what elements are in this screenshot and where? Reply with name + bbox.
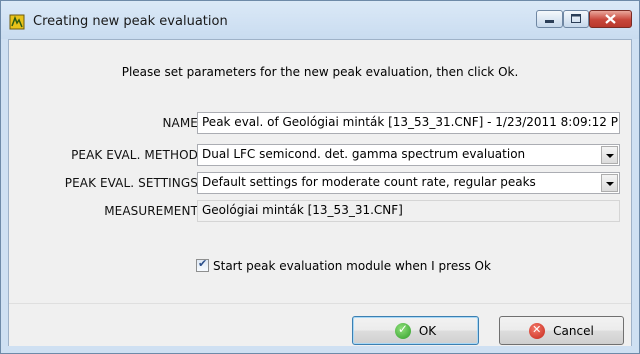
ok-button[interactable]: OK	[352, 316, 479, 345]
cancel-button-label: Cancel	[553, 324, 594, 338]
measurement-label: MEASUREMENT	[104, 204, 198, 218]
measurement-field: Geológiai minták [13_53_31.CNF]	[197, 200, 620, 222]
maximize-button[interactable]	[563, 10, 589, 28]
name-label: NAME	[162, 116, 198, 130]
button-bar: OK Cancel	[9, 303, 631, 346]
app-logo-icon	[9, 14, 25, 30]
maximize-icon	[571, 14, 581, 23]
start-module-checkbox-row[interactable]: Start peak evaluation module when I pres…	[196, 257, 491, 273]
chevron-down-icon[interactable]	[601, 174, 618, 192]
peak-eval-settings-value: Default settings for moderate count rate…	[202, 175, 536, 189]
peak-eval-settings-select[interactable]: Default settings for moderate count rate…	[197, 172, 620, 194]
name-field[interactable]: Peak eval. of Geológiai minták [13_53_31…	[197, 112, 620, 134]
dialog-content: Please set parameters for the new peak e…	[8, 39, 632, 346]
close-icon	[605, 14, 616, 24]
peak-eval-method-select[interactable]: Dual LFC semicond. det. gamma spectrum e…	[197, 144, 620, 166]
minimize-button[interactable]	[536, 10, 563, 28]
cancel-button[interactable]: Cancel	[499, 316, 624, 345]
dialog-window: Creating new peak evaluation Please set …	[0, 0, 640, 354]
minimize-icon	[545, 20, 554, 23]
cancel-circle-icon	[529, 323, 546, 339]
start-module-checkbox-label: Start peak evaluation module when I pres…	[213, 259, 491, 273]
peak-eval-method-value: Dual LFC semicond. det. gamma spectrum e…	[202, 147, 526, 161]
peak-eval-settings-label: PEAK EVAL. SETTINGS	[64, 176, 198, 190]
start-module-checkbox[interactable]	[196, 257, 209, 272]
peak-eval-method-label: PEAK EVAL. METHOD	[71, 148, 198, 162]
chevron-down-icon[interactable]	[601, 146, 618, 164]
window-title: Creating new peak evaluation	[33, 14, 228, 29]
close-button[interactable]	[589, 10, 632, 28]
ok-button-label: OK	[418, 324, 437, 338]
check-circle-icon	[394, 322, 411, 339]
title-bar[interactable]: Creating new peak evaluation	[1, 1, 639, 39]
instruction-text: Please set parameters for the new peak e…	[121, 65, 519, 79]
